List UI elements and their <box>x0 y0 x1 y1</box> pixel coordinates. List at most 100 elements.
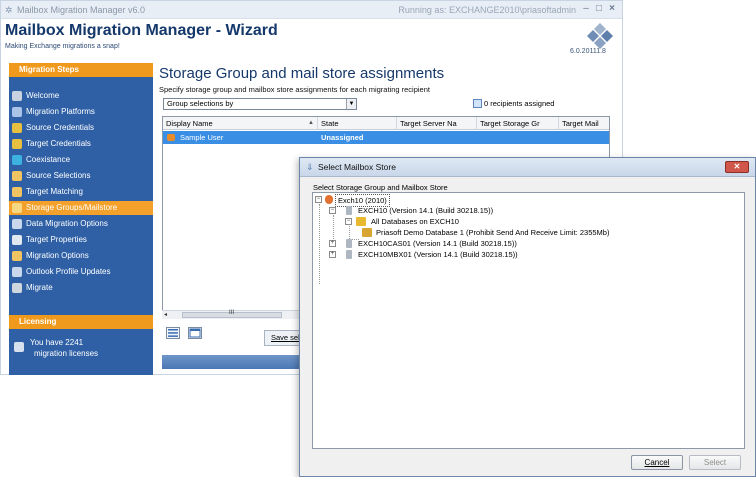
migrate-icon <box>12 283 22 293</box>
sort-asc-icon: ▲ <box>308 120 314 126</box>
recipients-assigned: 0 recipients assigned <box>484 99 555 108</box>
column-target-storage-group[interactable]: Target Storage Gr <box>477 117 559 130</box>
exchange-org-icon <box>325 195 333 204</box>
column-state[interactable]: State <box>318 117 397 130</box>
server-icon <box>346 250 352 259</box>
sidebar: Migration Steps Welcome Migration Platfor… <box>9 63 153 375</box>
sidebar-item-label: Target Credentials <box>26 139 91 148</box>
collapse-icon[interactable]: − <box>345 218 352 225</box>
select-mailbox-store-dialog: ⇓ Select Mailbox Store ✕ Select Storage … <box>299 157 756 477</box>
sidebar-item-target-matching[interactable]: Target Matching <box>9 185 153 199</box>
tree-node-all-databases[interactable]: − All Databases on EXCH10 <box>313 216 613 227</box>
column-target-server[interactable]: Target Server Na <box>397 117 477 130</box>
wizard-header: Mailbox Migration Manager - Wizard Makin… <box>1 19 622 61</box>
welcome-icon <box>12 91 22 101</box>
sidebar-item-welcome[interactable]: Welcome <box>9 89 153 103</box>
dialog-instruction: Select Storage Group and Mailbox Store <box>313 183 448 192</box>
server-icon <box>346 206 352 215</box>
select-button[interactable]: Select <box>689 455 741 470</box>
expand-icon[interactable]: + <box>329 251 336 258</box>
dialog-title-bar: ⇓ Select Mailbox Store ✕ <box>300 158 755 177</box>
sidebar-item-migration-options[interactable]: Migration Options <box>9 249 153 263</box>
collapse-icon[interactable]: − <box>329 207 336 214</box>
window-view-icon <box>189 328 201 338</box>
cancel-label: Cancel <box>644 458 670 467</box>
server-label: EXCH10CAS01 (Version 14.1 (Build 30218.1… <box>358 239 517 248</box>
group-by-value: Group selections by <box>167 99 234 108</box>
tree-node-database[interactable]: Priasoft Demo Database 1 (Prohibit Send … <box>313 227 743 238</box>
server-icon <box>346 239 352 248</box>
platforms-icon <box>12 107 22 117</box>
properties-icon <box>12 235 22 245</box>
sidebar-item-label: Data Migration Options <box>26 219 108 228</box>
grid-header: Display Name ▲ State Target Server Na Ta… <box>163 117 609 130</box>
server-label: EXCH10 (Version 14.1 (Build 30218.15)) <box>358 206 494 215</box>
all-databases-label: All Databases on EXCH10 <box>371 217 459 226</box>
mailbox-store-tree[interactable]: − Exch10 (2010) − EXCH10 (Version 14.1 (… <box>312 192 745 449</box>
sidebar-item-label: Welcome <box>26 91 60 100</box>
license-icon <box>14 342 24 352</box>
group-by-select[interactable]: Group selections by ▼ <box>163 98 357 110</box>
outlook-icon <box>12 267 22 277</box>
panel-subtitle: Specify storage group and mailbox store … <box>159 85 430 94</box>
database-label: Priasoft Demo Database 1 (Prohibit Send … <box>376 228 610 237</box>
tree-node-server-exch10[interactable]: − EXCH10 (Version 14.1 (Build 30218.15)) <box>313 205 613 216</box>
server-label: EXCH10MBX01 (Version 14.1 (Build 30218.1… <box>358 250 518 259</box>
options-icon <box>12 251 22 261</box>
column-display-name[interactable]: Display Name <box>163 117 318 130</box>
sidebar-item-data-migration-options[interactable]: Data Migration Options <box>9 217 153 231</box>
sidebar-item-outlook-profile-updates[interactable]: Outlook Profile Updates <box>9 265 153 279</box>
mailbox-database-icon <box>362 228 372 237</box>
sidebar-item-label: Outlook Profile Updates <box>26 267 111 276</box>
sidebar-item-migration-platforms[interactable]: Migration Platforms <box>9 105 153 119</box>
title-bar: ✲ Mailbox Migration Manager v6.0 Running… <box>1 1 622 19</box>
matching-icon <box>12 187 22 197</box>
stage: ✲ Mailbox Migration Manager v6.0 Running… <box>0 0 756 477</box>
sidebar-item-label: Source Credentials <box>26 123 95 132</box>
license-count: You have 2241 <box>30 338 84 347</box>
detail-view-button[interactable] <box>188 327 202 339</box>
tree-node-server-exch10mbx01[interactable]: + EXCH10MBX01 (Version 14.1 (Build 30218… <box>313 249 613 260</box>
key-icon <box>12 123 22 133</box>
sidebar-item-source-credentials[interactable]: Source Credentials <box>9 121 153 135</box>
cancel-button[interactable]: Cancel <box>631 455 683 470</box>
sidebar-item-label: Migrate <box>26 283 53 292</box>
expand-icon[interactable]: + <box>329 240 336 247</box>
list-view-icon <box>168 329 178 337</box>
migration-steps-heading: Migration Steps <box>9 63 153 77</box>
app-icon: ✲ <box>5 5 13 15</box>
storage-icon <box>12 203 22 213</box>
horizontal-scrollbar[interactable]: ◂ III <box>162 310 312 319</box>
tree-node-root[interactable]: − Exch10 (2010) <box>313 194 513 207</box>
window-title: Mailbox Migration Manager v6.0 <box>17 5 146 15</box>
collapse-icon[interactable]: − <box>315 196 322 203</box>
sidebar-item-target-credentials[interactable]: Target Credentials <box>9 137 153 151</box>
sidebar-item-label: Migration Options <box>26 251 89 260</box>
sidebar-item-target-properties[interactable]: Target Properties <box>9 233 153 247</box>
dialog-title: Select Mailbox Store <box>318 162 396 172</box>
panel-title: Storage Group and mail store assignments <box>159 65 445 82</box>
column-target-mail[interactable]: Target Mail <box>559 117 609 130</box>
sidebar-item-label: Target Matching <box>26 187 83 196</box>
running-as-label: Running as: EXCHANGE2010\priasoftadmin <box>398 5 576 15</box>
list-view-button[interactable] <box>166 327 180 339</box>
priasoft-logo-icon <box>587 23 613 49</box>
scroll-left-icon[interactable]: ◂ <box>164 311 167 318</box>
sidebar-item-source-selections[interactable]: Source Selections <box>9 169 153 183</box>
key-icon <box>12 139 22 149</box>
dropdown-arrow-icon[interactable]: ▼ <box>346 99 356 109</box>
table-row[interactable]: Sample User Unassigned <box>163 131 609 144</box>
close-button[interactable]: × <box>606 3 618 15</box>
maximize-button[interactable]: □ <box>593 3 605 15</box>
sidebar-item-label: Target Properties <box>26 235 87 244</box>
sidebar-item-coexistance[interactable]: Coexistance <box>9 153 153 167</box>
dialog-close-button[interactable]: ✕ <box>725 161 749 173</box>
sidebar-item-migrate[interactable]: Migrate <box>9 281 153 295</box>
tree-node-server-exch10cas01[interactable]: + EXCH10CAS01 (Version 14.1 (Build 30218… <box>313 238 613 249</box>
licensing-heading: Licensing <box>9 315 153 329</box>
cell-state: Unassigned <box>321 133 364 142</box>
sidebar-item-storage-groups-mailstore[interactable]: Storage Groups/Mailstore <box>9 201 153 215</box>
selections-icon <box>12 171 22 181</box>
download-arrow-icon: ⇓ <box>306 162 314 172</box>
minimize-button[interactable]: – <box>580 3 592 15</box>
